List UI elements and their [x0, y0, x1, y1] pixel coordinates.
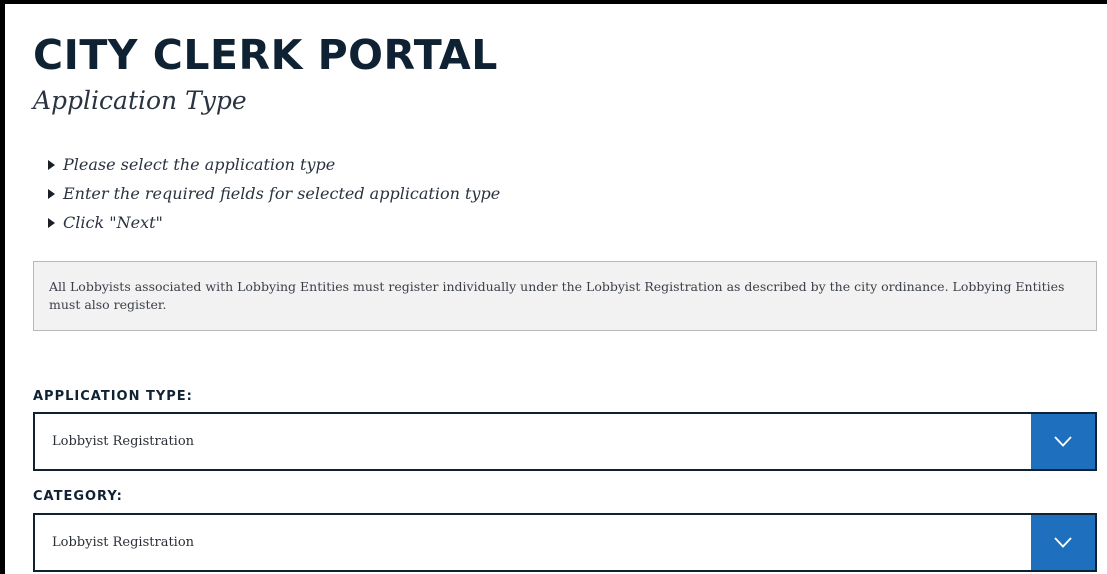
triangle-right-icon [48, 160, 55, 170]
instruction-item: Click "Next" [48, 208, 500, 237]
triangle-right-icon [48, 189, 55, 199]
instruction-item: Please select the application type [48, 150, 500, 179]
instruction-item: Enter the required fields for selected a… [48, 179, 500, 208]
category-select[interactable]: Lobbyist Registration [33, 513, 1097, 572]
category-label: CATEGORY: [33, 489, 123, 504]
application-type-dropdown-button[interactable] [1031, 414, 1095, 469]
chevron-down-icon [1054, 436, 1072, 447]
window-frame-left [0, 0, 5, 574]
application-type-value: Lobbyist Registration [52, 434, 195, 449]
instruction-text: Please select the application type [63, 155, 336, 174]
notice-box: All Lobbyists associated with Lobbying E… [33, 261, 1097, 331]
page-title: CITY CLERK PORTAL [33, 31, 498, 79]
chevron-down-icon [1054, 537, 1072, 548]
page-subtitle: Application Type [33, 86, 247, 115]
window-frame-top [0, 0, 1107, 4]
category-dropdown-button[interactable] [1031, 515, 1095, 570]
category-value: Lobbyist Registration [52, 535, 195, 550]
instruction-text: Enter the required fields for selected a… [63, 184, 501, 203]
instructions-list: Please select the application type Enter… [48, 150, 500, 237]
notice-text: All Lobbyists associated with Lobbying E… [49, 279, 1065, 312]
instruction-text: Click "Next" [63, 213, 163, 232]
application-type-select[interactable]: Lobbyist Registration [33, 412, 1097, 471]
triangle-right-icon [48, 218, 55, 228]
application-type-label: APPLICATION TYPE: [33, 389, 193, 404]
